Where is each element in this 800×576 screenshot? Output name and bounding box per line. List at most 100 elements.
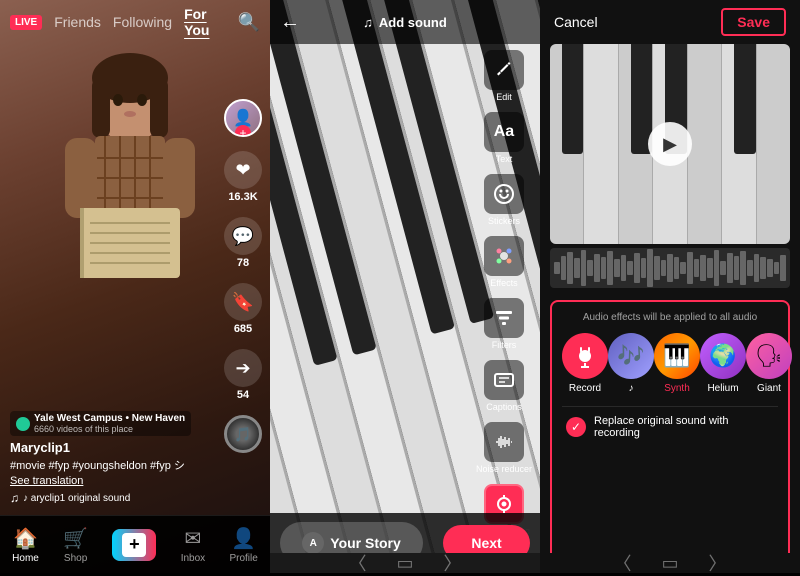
- helium-effect[interactable]: 🌍 Helium: [700, 333, 746, 394]
- right-nav-home[interactable]: ▭: [661, 553, 678, 574]
- save-button[interactable]: Save: [721, 8, 786, 36]
- inbox-icon: ✉: [185, 526, 202, 551]
- text-icon: Aa: [484, 112, 524, 152]
- editor-tools: Edit Aa Text Stickers Effects Filters: [476, 50, 532, 567]
- noise-reducer-icon: [484, 422, 524, 462]
- bookmark-count: 685: [234, 323, 252, 335]
- home-icon: 🏠: [13, 526, 38, 551]
- story-avatar: A: [302, 532, 324, 554]
- waveform-bar: [707, 258, 713, 278]
- filters-tool[interactable]: Filters: [484, 298, 524, 350]
- profile-nav-item[interactable]: 👤 Profile: [229, 526, 257, 564]
- like-button[interactable]: ❤ 16.3K: [224, 151, 262, 203]
- add-button[interactable]: +: [112, 529, 156, 561]
- waveform-bar: [760, 257, 766, 279]
- your-story-label: Your Story: [330, 535, 401, 551]
- for-you-tab[interactable]: For You: [184, 6, 226, 38]
- music-disc[interactable]: 🎵: [224, 415, 262, 453]
- captions-tool[interactable]: Captions: [484, 360, 524, 412]
- waveform-bar: [780, 255, 786, 281]
- video-info: Yale West Campus • New Haven 6660 videos…: [10, 411, 210, 505]
- giant-label: Giant: [757, 383, 781, 394]
- sound-info[interactable]: ♫ ♪ aryclip1 original sound: [10, 491, 210, 505]
- waveform-bar: [754, 254, 760, 282]
- waveform-bar: [561, 256, 567, 280]
- avatar: 👤 +: [224, 99, 262, 137]
- location-tag[interactable]: Yale West Campus • New Haven 6660 videos…: [10, 411, 191, 436]
- see-translation-link[interactable]: See translation: [10, 475, 210, 487]
- creator-avatar-btn[interactable]: 👤 +: [224, 99, 262, 137]
- top-navigation: LIVE Friends Following For You 🔍: [0, 0, 270, 44]
- waveform-bar: [747, 260, 753, 276]
- follow-plus-icon: +: [235, 125, 251, 137]
- record-label: Record: [569, 383, 601, 394]
- noise-reducer-tool[interactable]: Noise reducer: [476, 422, 532, 474]
- waveform-bar: [594, 254, 600, 282]
- waveform-display: [550, 248, 790, 288]
- nav-chevron-right[interactable]: 〉: [444, 550, 462, 576]
- inbox-nav-item[interactable]: ✉ Inbox: [181, 526, 205, 564]
- effects-icon: [484, 236, 524, 276]
- mid-nav-dots: 〈 ▭ 〉: [270, 553, 540, 573]
- add-nav-item[interactable]: +: [112, 529, 156, 561]
- waveform-bar: [587, 260, 593, 276]
- live-badge[interactable]: LIVE: [10, 15, 42, 30]
- share-count: 54: [237, 389, 249, 401]
- giant-effect[interactable]: 🗣 Giant: [746, 333, 792, 394]
- waveform-bar: [680, 262, 686, 274]
- friends-tab[interactable]: Friends: [54, 14, 101, 30]
- preview-play-button[interactable]: ▶: [648, 122, 692, 166]
- waveform-bar: [607, 251, 613, 285]
- preview-video[interactable]: ▶: [550, 44, 790, 244]
- bottom-navigation: 🏠 Home 🛒 Shop + ✉ Inbox 👤 Profile: [0, 515, 270, 573]
- following-tab[interactable]: Following: [113, 14, 172, 30]
- synth-effect[interactable]: 🎹 Synth: [654, 333, 700, 394]
- comment-count: 78: [237, 257, 249, 269]
- music-note-icon: ♫: [10, 491, 19, 505]
- effects-tool[interactable]: Effects: [484, 236, 524, 288]
- effects-label: Effects: [490, 278, 517, 288]
- stickers-tool[interactable]: Stickers: [484, 174, 524, 226]
- nav-home-bar[interactable]: ▭: [396, 553, 413, 574]
- helium-icon: 🌍: [700, 333, 746, 379]
- text-label: Text: [496, 154, 513, 164]
- text-tool[interactable]: Aa Text: [484, 112, 524, 164]
- waveform-bar: [634, 253, 640, 283]
- comment-button[interactable]: 💬 78: [224, 217, 262, 269]
- shop-icon: 🛒: [63, 526, 88, 551]
- heart-icon: ❤: [224, 151, 262, 189]
- plus-icon: +: [122, 533, 146, 557]
- waveform-bar: [614, 259, 620, 277]
- chipmunk-effect[interactable]: 🎶 ♪: [608, 333, 654, 394]
- effects-title: Audio effects will be applied to all aud…: [562, 312, 778, 323]
- edit-tool[interactable]: Edit: [484, 50, 524, 102]
- edit-icon: [484, 50, 524, 90]
- add-sound-button[interactable]: ♫ Add sound: [363, 15, 447, 30]
- waveform-bar: [567, 252, 573, 284]
- nav-chevron-left[interactable]: 〈: [348, 550, 366, 576]
- hashtags: #movie #fyp #youngsheldon #fyp シ: [10, 457, 210, 473]
- back-arrow-icon[interactable]: ←: [280, 11, 300, 34]
- share-button[interactable]: ➔ 54: [224, 349, 262, 401]
- chipmunk-label: ♪: [629, 383, 634, 394]
- shop-label: Shop: [64, 553, 87, 564]
- right-nav-left[interactable]: 〈: [613, 550, 631, 576]
- cancel-button[interactable]: Cancel: [554, 14, 598, 30]
- location-sub: 6660 videos of this place: [34, 424, 185, 434]
- record-effect[interactable]: Record: [562, 333, 608, 394]
- check-icon[interactable]: ✓: [566, 417, 586, 437]
- home-nav-item[interactable]: 🏠 Home: [12, 526, 39, 564]
- bookmark-button[interactable]: 🔖 685: [224, 283, 262, 335]
- username: Maryclip1: [10, 440, 210, 455]
- search-icon[interactable]: 🔍: [238, 12, 260, 33]
- filters-icon: [484, 298, 524, 338]
- girl-figure: [40, 48, 220, 388]
- waveform-bar: [554, 262, 560, 274]
- waveform-bar: [674, 257, 680, 279]
- shop-nav-item[interactable]: 🛒 Shop: [63, 526, 88, 564]
- waveform-bar: [661, 260, 667, 276]
- comment-icon: 💬: [224, 217, 262, 255]
- right-nav-right[interactable]: 〉: [709, 550, 727, 576]
- waveform-bar: [774, 262, 780, 274]
- waveform-bar: [694, 259, 700, 277]
